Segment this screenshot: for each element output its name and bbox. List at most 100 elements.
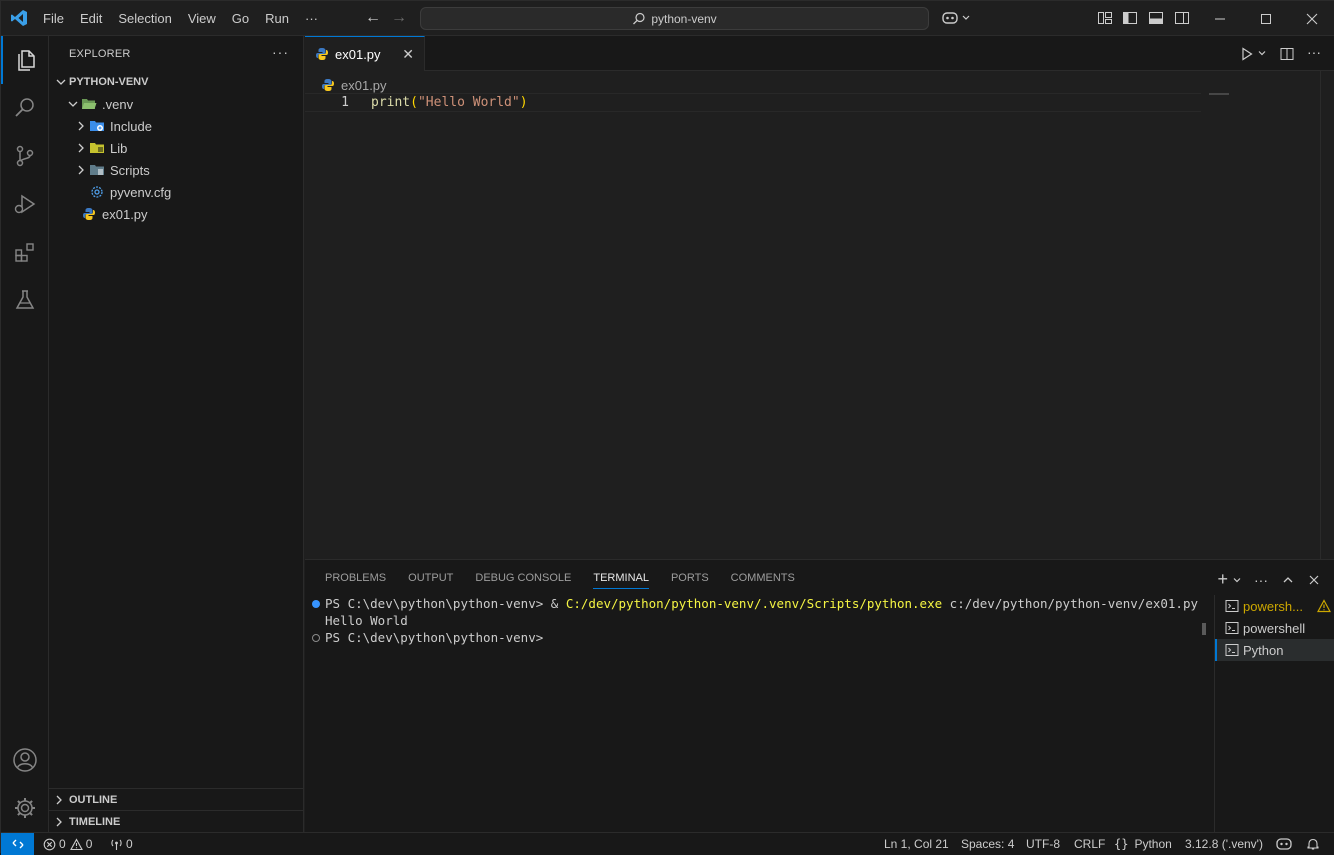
cursor-position[interactable]: Ln 1, Col 21 xyxy=(884,833,949,855)
activity-bar xyxy=(1,36,49,832)
line-number: 1 xyxy=(341,95,349,110)
ports-indicator[interactable]: 0 xyxy=(110,833,133,855)
python-interpreter[interactable]: 3.12.8 ('.venv') xyxy=(1185,833,1263,855)
editor-tab-bar: ex01.py ✕ ··· xyxy=(305,36,1334,71)
command-center-search[interactable]: python-venv xyxy=(420,7,929,30)
language-mode[interactable]: {} Python xyxy=(1114,833,1172,855)
minimize-icon xyxy=(1215,18,1225,19)
activity-source-control[interactable] xyxy=(1,132,49,180)
maximize-button[interactable] xyxy=(1243,1,1289,36)
back-arrow-icon[interactable]: ← xyxy=(364,9,382,27)
split-editor-icon[interactable] xyxy=(1279,46,1295,62)
run-python-file-icon[interactable] xyxy=(1239,46,1255,62)
chevron-down-icon xyxy=(65,96,81,112)
tab-output[interactable]: OUTPUT xyxy=(400,560,461,595)
code-line[interactable]: print("Hello World") xyxy=(371,93,528,112)
menu-edit[interactable]: Edit xyxy=(72,1,110,36)
toggle-secondary-sidebar-icon[interactable] xyxy=(1174,10,1190,26)
broadcast-icon xyxy=(111,839,122,850)
activity-manage[interactable] xyxy=(1,784,49,832)
status-bar: 0 0 0 Ln 1, Col 21 Spaces: 4 UTF-8 CRLF … xyxy=(1,832,1334,855)
remote-indicator[interactable] xyxy=(1,833,34,855)
editor-more-actions-icon[interactable]: ··· xyxy=(1307,44,1321,60)
indentation[interactable]: Spaces: 4 xyxy=(961,833,1014,855)
terminal-arg: c:/dev/python/python-venv/ex01.py xyxy=(942,596,1199,611)
menu-go[interactable]: Go xyxy=(224,1,257,36)
close-tab-icon[interactable]: ✕ xyxy=(402,46,414,63)
timeline-section[interactable]: TIMELINE xyxy=(49,810,303,832)
panel-tabs: PROBLEMS OUTPUT DEBUG CONSOLE TERMINAL P… xyxy=(317,560,809,595)
terminal-item-python[interactable]: Python xyxy=(1215,639,1334,661)
toggle-primary-sidebar-icon[interactable] xyxy=(1122,10,1138,26)
notifications[interactable] xyxy=(1306,833,1320,855)
command-idle-dot[interactable] xyxy=(312,634,320,642)
maximize-panel-icon[interactable] xyxy=(1282,574,1294,586)
minimap[interactable] xyxy=(1209,93,1229,95)
terminal-item-powershell-2[interactable]: powershell xyxy=(1215,617,1334,639)
command-success-dot[interactable] xyxy=(312,600,320,608)
menu-view[interactable]: View xyxy=(180,1,224,36)
outline-section[interactable]: OUTLINE xyxy=(49,788,303,810)
chevron-down-icon[interactable] xyxy=(1257,48,1267,58)
tab-problems[interactable]: PROBLEMS xyxy=(317,560,394,595)
tree-item-lib[interactable]: Lib xyxy=(49,137,303,159)
tab-ex01-py[interactable]: ex01.py ✕ xyxy=(305,36,425,71)
encoding[interactable]: UTF-8 xyxy=(1026,833,1060,855)
new-terminal-icon[interactable]: + xyxy=(1217,569,1228,590)
terminal-icon xyxy=(1225,644,1239,656)
activity-search[interactable] xyxy=(1,84,49,132)
flask-icon xyxy=(15,290,35,309)
python-file-icon xyxy=(316,48,328,60)
tree-item-scripts[interactable]: Scripts xyxy=(49,159,303,181)
copilot-status[interactable] xyxy=(1276,833,1292,855)
run-debug-icon xyxy=(14,194,36,214)
files-icon xyxy=(18,50,35,71)
activity-explorer[interactable] xyxy=(1,36,49,84)
explorer-title: EXPLORER xyxy=(69,47,131,60)
problems-indicator[interactable]: 0 0 xyxy=(43,833,92,855)
editor-scrollbar[interactable] xyxy=(1320,71,1334,559)
close-window-button[interactable] xyxy=(1289,1,1334,36)
code-bracket-open: ( xyxy=(410,95,418,110)
tab-debug-console[interactable]: DEBUG CONSOLE xyxy=(467,560,579,595)
terminal-scrollbar[interactable] xyxy=(1201,595,1207,833)
tree-item-venv[interactable]: .venv xyxy=(49,93,303,115)
customize-layout-icon[interactable] xyxy=(1097,10,1113,26)
maximize-icon xyxy=(1261,13,1271,24)
panel-more-icon[interactable]: ··· xyxy=(1254,572,1268,588)
chevron-down-icon[interactable] xyxy=(1232,575,1242,585)
terminal-output[interactable]: PS C:\dev\python\python-venv> & C:/dev/p… xyxy=(305,595,1201,833)
toggle-panel-icon[interactable] xyxy=(1148,10,1164,26)
tab-terminal[interactable]: TERMINAL xyxy=(585,560,657,595)
menu-file[interactable]: File xyxy=(35,1,72,36)
menu-selection[interactable]: Selection xyxy=(110,1,179,36)
explorer-more-actions[interactable]: ··· xyxy=(272,44,289,60)
workspace-root[interactable]: PYTHON-VENV xyxy=(49,71,303,93)
code-editor[interactable]: ex01.py 1 print("Hello World") xyxy=(305,71,1334,559)
command-center-text: python-venv xyxy=(651,11,717,26)
line-endings[interactable]: CRLF xyxy=(1074,833,1105,855)
close-panel-icon[interactable] xyxy=(1308,574,1320,586)
braces-icon: {} xyxy=(1114,837,1129,851)
python-file-icon xyxy=(81,206,97,222)
code-bracket-close: ) xyxy=(519,95,528,110)
menu-run[interactable]: Run xyxy=(257,1,297,36)
activity-run-debug[interactable] xyxy=(1,180,49,228)
account-icon xyxy=(13,748,37,772)
activity-accounts[interactable] xyxy=(1,736,49,784)
tree-item-ex01-py[interactable]: ex01.py xyxy=(49,203,303,225)
minimize-button[interactable] xyxy=(1197,1,1243,36)
tree-item-pyvenv-cfg[interactable]: pyvenv.cfg xyxy=(49,181,303,203)
code-function: print xyxy=(371,95,411,110)
copilot-icon[interactable] xyxy=(942,10,972,26)
tree-item-include[interactable]: Include xyxy=(49,115,303,137)
terminal-item-powershell-1[interactable]: powersh... xyxy=(1215,595,1334,617)
menu-more[interactable]: ··· xyxy=(297,1,326,36)
terminal-icon xyxy=(1225,600,1239,612)
tree-item-label: pyvenv.cfg xyxy=(110,184,172,200)
forward-arrow-icon[interactable]: → xyxy=(390,9,408,27)
activity-testing[interactable] xyxy=(1,276,49,324)
activity-extensions[interactable] xyxy=(1,228,49,276)
tab-ports[interactable]: PORTS xyxy=(663,560,717,595)
tab-comments[interactable]: COMMENTS xyxy=(723,560,803,595)
